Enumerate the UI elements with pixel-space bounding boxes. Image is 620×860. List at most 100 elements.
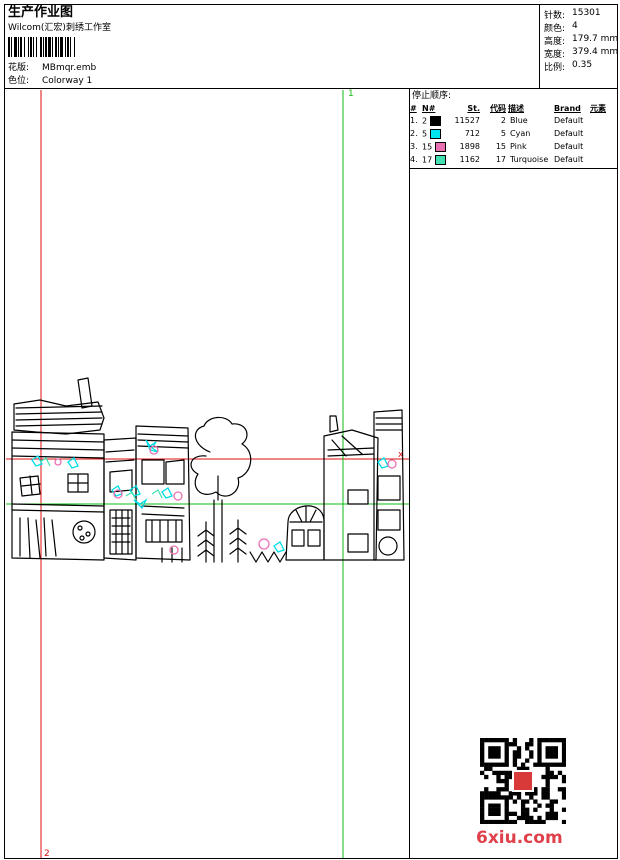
qr-module	[545, 746, 550, 751]
row-stitches: 1162	[459, 155, 480, 164]
col-header-stitches: St.	[467, 103, 480, 113]
row-element	[590, 114, 616, 127]
row-description: Turquoise	[510, 155, 549, 164]
qr-module	[545, 811, 550, 817]
header-divider-horizontal	[4, 88, 618, 89]
row-description: Blue	[510, 116, 528, 125]
qr-module	[488, 819, 493, 824]
qr-module	[561, 762, 566, 767]
row-code: 15	[495, 142, 506, 151]
qr-module	[504, 799, 509, 804]
barcode-bar	[65, 37, 66, 57]
barcode-bar	[52, 37, 53, 57]
qr-module	[545, 803, 550, 808]
qr-module	[500, 738, 505, 743]
qr-module	[561, 738, 566, 743]
qr-module	[500, 795, 505, 800]
qr-module	[545, 738, 550, 743]
qr-module	[500, 762, 505, 767]
qr-module	[529, 819, 534, 824]
embroidery-artwork	[11, 377, 405, 563]
barcode-bar	[40, 37, 42, 57]
table-row: 4. 17 1162 17 Turquoise Default	[410, 153, 616, 166]
qr-module	[496, 746, 501, 751]
barcode-bar	[43, 37, 44, 57]
qr-module	[537, 803, 542, 808]
qr-module	[492, 795, 497, 800]
row-brand: Default	[554, 142, 584, 151]
qr-module	[480, 746, 485, 751]
qr-module	[549, 815, 554, 821]
qr-module	[480, 758, 485, 763]
company-name: Wilcom(汇宏)刺绣工作室	[8, 23, 111, 33]
qr-module	[549, 811, 554, 817]
stitch-count-value: 15301	[572, 8, 601, 18]
qr-module	[500, 770, 505, 776]
qr-module	[525, 815, 530, 821]
qr-module	[504, 778, 509, 784]
qr-module	[520, 815, 526, 821]
qr-module	[496, 770, 501, 776]
qr-module	[545, 815, 550, 821]
row-index: 4.	[410, 155, 418, 164]
qr-module	[504, 770, 509, 776]
qr-module	[561, 758, 566, 763]
stop-sequence-title: 停止顺序:	[412, 91, 452, 101]
qr-module	[512, 799, 518, 804]
row-stitches: 11527	[454, 116, 480, 125]
qr-module	[488, 754, 493, 759]
qr-module	[484, 795, 489, 800]
qr-module	[545, 750, 550, 755]
qr-module	[484, 787, 489, 792]
qr-module	[537, 746, 542, 751]
qr-module	[557, 762, 563, 767]
qr-module	[545, 783, 550, 788]
stitch-count-label: 针数:	[544, 11, 566, 21]
qr-module	[520, 807, 526, 812]
qr-module	[484, 774, 489, 780]
qr-module	[545, 762, 550, 767]
guide-label-red: 2	[44, 849, 50, 859]
qr-module	[561, 750, 566, 755]
row-description: Cyan	[510, 129, 531, 138]
qr-module	[496, 750, 501, 755]
qr-module	[504, 795, 509, 800]
qr-module	[492, 738, 497, 743]
qr-module	[484, 791, 489, 796]
qr-module	[553, 815, 559, 821]
qr-module	[520, 803, 526, 808]
panel-divider-vertical	[409, 88, 410, 859]
qr-module	[561, 742, 566, 747]
qr-module	[525, 746, 530, 751]
qr-module	[488, 807, 493, 812]
width-value: 379.4 mm	[572, 47, 619, 57]
barcode-bar	[24, 37, 25, 57]
qr-module	[488, 811, 493, 817]
qr-module	[496, 787, 501, 792]
qr-module	[529, 750, 534, 755]
qr-module	[492, 803, 497, 808]
qr-module	[553, 754, 559, 759]
qr-module	[553, 811, 559, 817]
qr-module	[492, 791, 497, 796]
barcode-bar	[60, 37, 63, 57]
barcode-bar	[14, 37, 17, 57]
qr-module	[484, 738, 489, 743]
embroidery-cyan-accents	[31, 439, 389, 553]
qr-module	[488, 746, 493, 751]
qr-module	[537, 754, 542, 759]
qr-module	[529, 754, 534, 759]
qr-module	[504, 811, 509, 817]
barcode-bar	[70, 37, 71, 57]
qr-module	[504, 758, 509, 763]
qr-module	[520, 799, 526, 804]
qr-module	[516, 754, 522, 759]
qr-module	[520, 762, 526, 767]
qr-module	[541, 795, 546, 800]
qr-module	[549, 750, 554, 755]
qr-module	[545, 770, 550, 776]
barcode-bar	[28, 37, 29, 57]
page-title: 生产作业图	[8, 5, 74, 20]
qr-module	[541, 819, 546, 824]
qr-module	[492, 807, 497, 812]
